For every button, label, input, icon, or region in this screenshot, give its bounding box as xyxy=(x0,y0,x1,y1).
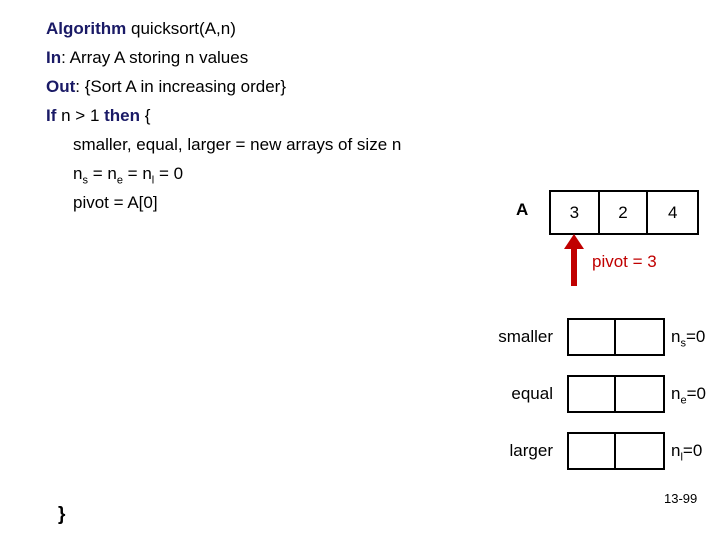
page-number: 13-99 xyxy=(664,491,698,506)
code-line-new-arrays-text: smaller, equal, larger = new arrays of s… xyxy=(73,135,402,154)
array-a-cell-2: 4 xyxy=(667,202,678,222)
result-cell-larger-0 xyxy=(569,434,617,468)
result-counter-larger-value: =0 xyxy=(682,441,703,460)
result-cell-smaller-1 xyxy=(616,320,663,354)
code-line-algorithm: Algorithm quicksort(A,n) xyxy=(46,14,506,43)
code-line-out: Out: {Sort A in increasing order} xyxy=(46,72,506,101)
code-line-pivot-text: pivot = A[0] xyxy=(73,193,158,212)
result-counter-smaller-value: =0 xyxy=(685,327,706,346)
array-a-box: 3 2 4 xyxy=(549,190,699,235)
code-line-if: If n > 1 then { xyxy=(46,101,506,130)
result-cell-larger-1 xyxy=(616,434,663,468)
keyword-algorithm: Algorithm xyxy=(46,19,127,38)
keyword-out: Out xyxy=(46,77,76,96)
pivot-label: pivot = 3 xyxy=(592,252,657,271)
result-cell-smaller-0 xyxy=(569,320,617,354)
closing-brace: } xyxy=(58,504,66,525)
result-counter-equal-value: =0 xyxy=(686,384,706,403)
code-line-new-arrays: smaller, equal, larger = new arrays of s… xyxy=(46,130,506,159)
array-a-cell-0: 3 xyxy=(551,192,600,233)
keyword-in: In xyxy=(46,48,62,67)
array-a-cell-1: 2 xyxy=(600,192,649,233)
code-line-algorithm-text: quicksort(A,n) xyxy=(126,19,236,38)
code-line-counters: ns = ne = nl = 0 xyxy=(46,159,506,188)
result-label-smaller: smaller xyxy=(498,327,553,346)
result-counter-larger: nl=0 xyxy=(671,432,702,470)
result-cell-equal-0 xyxy=(569,377,617,411)
pivot-arrow-icon xyxy=(564,234,584,286)
counter-eq-3: = 0 xyxy=(154,164,184,183)
keyword-if: If xyxy=(46,106,57,125)
counter-eq-2: = xyxy=(122,164,143,183)
result-cell-equal-1 xyxy=(616,377,663,411)
result-row-equal: equal ne=0 xyxy=(440,375,720,413)
keyword-then: then xyxy=(104,106,141,125)
result-row-smaller: smaller ns=0 xyxy=(440,318,720,356)
counter-nl: n xyxy=(142,164,152,183)
result-box-equal xyxy=(567,375,665,413)
array-a-label: A xyxy=(516,200,529,219)
code-line-if-brace: { xyxy=(140,106,151,125)
counter-ne: n xyxy=(107,164,117,183)
result-label-equal: equal xyxy=(511,384,553,403)
code-line-if-condition: n > 1 xyxy=(56,106,105,125)
result-box-smaller xyxy=(567,318,665,356)
result-label-larger: larger xyxy=(509,441,553,460)
result-box-larger xyxy=(567,432,665,470)
code-line-out-text: : {Sort A in increasing order} xyxy=(75,77,287,96)
result-row-larger: larger nl=0 xyxy=(440,432,720,470)
result-counter-smaller: ns=0 xyxy=(671,318,705,356)
code-line-in: In: Array A storing n values xyxy=(46,43,506,72)
counter-eq-1: = xyxy=(87,164,108,183)
result-counter-equal: ne=0 xyxy=(671,375,706,413)
pseudocode-block: Algorithm quicksort(A,n) In: Array A sto… xyxy=(46,14,506,217)
code-line-in-text: : Array A storing n values xyxy=(61,48,249,67)
code-line-pivot: pivot = A[0] xyxy=(46,188,506,217)
